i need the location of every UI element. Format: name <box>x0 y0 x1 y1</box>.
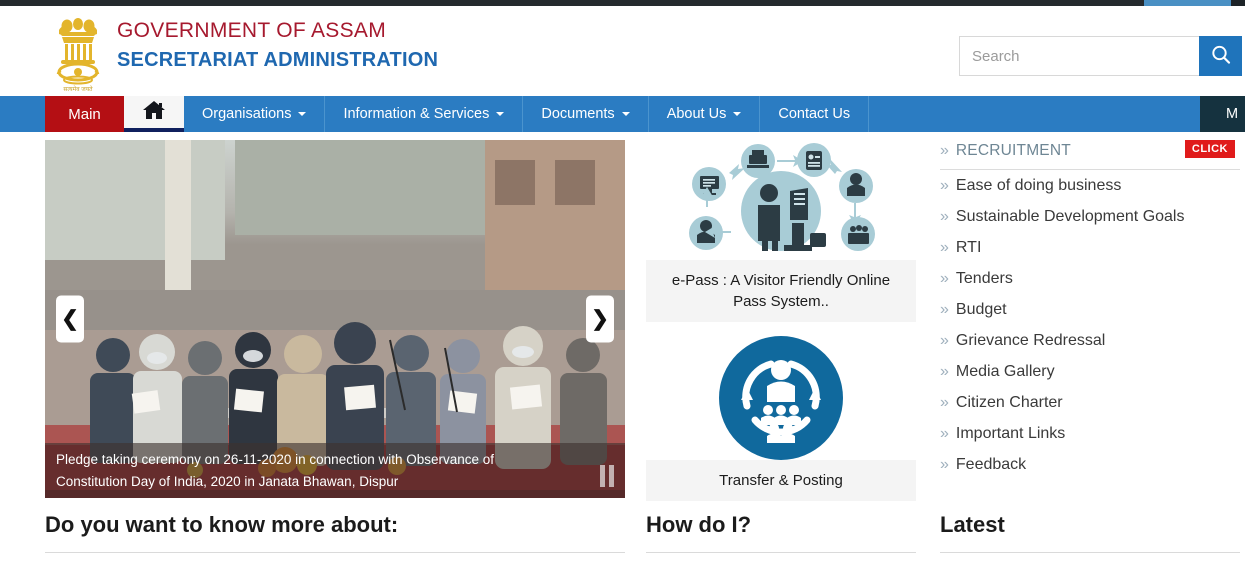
page-title-department: SECRETARIAT ADMINISTRATION <box>117 49 439 72</box>
main-content: ❮ ❯ Pledge taking ceremony on 26-11-2020… <box>0 132 1245 561</box>
promo-card-epass[interactable]: e-Pass : A Visitor Friendly Online Pass … <box>646 140 916 322</box>
quick-link-ease-of-doing-business[interactable]: Ease of doing business <box>956 177 1121 195</box>
carousel-prev-button[interactable]: ❮ <box>56 295 84 343</box>
nav-item-label: Organisations <box>202 106 292 122</box>
pause-icon-bar <box>609 465 614 487</box>
quick-link-feedback[interactable]: Feedback <box>956 456 1026 474</box>
nav-item-contact-us[interactable]: Contact Us <box>760 96 870 132</box>
chevron-left-icon: ❮ <box>61 307 79 331</box>
quick-link-important-links[interactable]: Important Links <box>956 425 1065 443</box>
nav-item-overflow[interactable]: M <box>1200 96 1245 132</box>
carousel-next-button[interactable]: ❯ <box>586 295 614 343</box>
carousel-pause-button[interactable] <box>600 465 616 487</box>
carousel-caption-line1: Pledge taking ceremony on 26-11-2020 in … <box>56 452 495 467</box>
hero-carousel[interactable]: ❮ ❯ Pledge taking ceremony on 26-11-2020… <box>45 140 625 498</box>
search-bar <box>959 36 1242 76</box>
section-heading-know-more: Do you want to know more about: <box>45 512 625 553</box>
list-item[interactable]: » Citizen Charter <box>940 387 1240 418</box>
nav-item-label: Contact Us <box>778 106 851 122</box>
double-chevron-icon: » <box>940 207 949 225</box>
chevron-down-icon <box>496 112 505 116</box>
nav-item-documents[interactable]: Documents <box>523 96 649 132</box>
chevron-down-icon <box>298 112 307 116</box>
quick-link-media-gallery[interactable]: Media Gallery <box>956 363 1055 381</box>
carousel-caption-line2: Constitution Day of India, 2020 in Janat… <box>56 474 399 489</box>
list-item[interactable]: » Feedback <box>940 449 1240 480</box>
quick-link-rti[interactable]: RTI <box>956 239 981 257</box>
double-chevron-icon: » <box>940 238 949 256</box>
quick-link-citizen-charter[interactable]: Citizen Charter <box>956 394 1063 412</box>
nav-item-label: Documents <box>541 106 615 122</box>
chevron-down-icon <box>621 112 630 116</box>
nav-main-tab[interactable]: Main <box>45 96 124 132</box>
transfer-posting-icon <box>646 336 916 460</box>
double-chevron-icon: » <box>940 331 949 349</box>
chevron-right-icon: ❯ <box>591 307 609 331</box>
double-chevron-icon: » <box>940 393 949 411</box>
quick-link-sustainable-development-goals[interactable]: Sustainable Development Goals <box>956 208 1185 226</box>
double-chevron-icon: » <box>940 455 949 473</box>
list-item[interactable]: » RTI <box>940 232 1240 263</box>
nav-item-about-us[interactable]: About Us <box>649 96 761 132</box>
nav-home-tab[interactable] <box>124 96 184 132</box>
nav-items-container: Main Organisations Information & Service… <box>45 96 870 132</box>
status-badge[interactable]: CLICK <box>1184 140 1235 158</box>
list-item[interactable]: » Media Gallery <box>940 356 1240 387</box>
quick-link-tenders[interactable]: Tenders <box>956 270 1013 288</box>
search-input[interactable] <box>959 36 1199 76</box>
quick-link-grievance-redressal[interactable]: Grievance Redressal <box>956 332 1105 350</box>
main-navigation: Main Organisations Information & Service… <box>0 96 1245 132</box>
search-button[interactable] <box>1199 36 1242 76</box>
section-heading-how-do-i: How do I? <box>646 512 916 553</box>
nav-item-label: About Us <box>666 106 727 122</box>
promo-column: e-Pass : A Visitor Friendly Online Pass … <box>646 140 916 515</box>
carousel-caption: Pledge taking ceremony on 26-11-2020 in … <box>45 443 625 498</box>
nav-item-organisations[interactable]: Organisations <box>184 96 326 132</box>
site-header: सत्यमेव जयते GOVERNMENT OF ASSAM SECRETA… <box>0 6 1245 96</box>
chevron-down-icon <box>733 112 742 116</box>
list-item[interactable]: » Important Links <box>940 418 1240 449</box>
site-title-block: GOVERNMENT OF ASSAM SECRETARIAT ADMINIST… <box>117 18 438 73</box>
quick-link-recruitment[interactable]: RECRUITMENT <box>956 142 1071 160</box>
list-item[interactable]: » Budget <box>940 294 1240 325</box>
list-item[interactable]: » Ease of doing business <box>940 170 1240 201</box>
pause-icon-bar <box>600 465 605 487</box>
ashoka-emblem-icon: सत्यमेव जयते <box>48 14 108 94</box>
promo-label-transfer-posting[interactable]: Transfer & Posting <box>646 460 916 501</box>
nav-item-information-services[interactable]: Information & Services <box>325 96 524 132</box>
search-icon <box>1210 44 1232 69</box>
list-item[interactable]: » Grievance Redressal <box>940 325 1240 356</box>
double-chevron-icon: » <box>940 142 949 159</box>
double-chevron-icon: » <box>940 424 949 442</box>
page-title-government: GOVERNMENT OF ASSAM <box>117 19 387 42</box>
list-item[interactable]: » RECRUITMENT CLICK <box>940 136 1240 170</box>
section-heading-latest: Latest <box>940 512 1240 553</box>
double-chevron-icon: » <box>940 176 949 194</box>
double-chevron-icon: » <box>940 300 949 318</box>
double-chevron-icon: » <box>940 362 949 380</box>
double-chevron-icon: » <box>940 269 949 287</box>
promo-label-epass[interactable]: e-Pass : A Visitor Friendly Online Pass … <box>646 260 916 322</box>
section-headings-row: Do you want to know more about: How do I… <box>0 512 1245 561</box>
quick-link-budget[interactable]: Budget <box>956 301 1007 319</box>
home-icon <box>141 98 167 127</box>
list-item[interactable]: » Sustainable Development Goals <box>940 201 1240 232</box>
svg-text:सत्यमेव जयते: सत्यमेव जयते <box>63 85 93 93</box>
promo-card-transfer-posting[interactable]: Transfer & Posting <box>646 336 916 501</box>
nav-item-label: Information & Services <box>343 106 490 122</box>
epass-workflow-icon <box>646 140 916 260</box>
list-item[interactable]: » Tenders <box>940 263 1240 294</box>
quick-links-list: » RECRUITMENT CLICK » Ease of doing busi… <box>940 136 1240 480</box>
